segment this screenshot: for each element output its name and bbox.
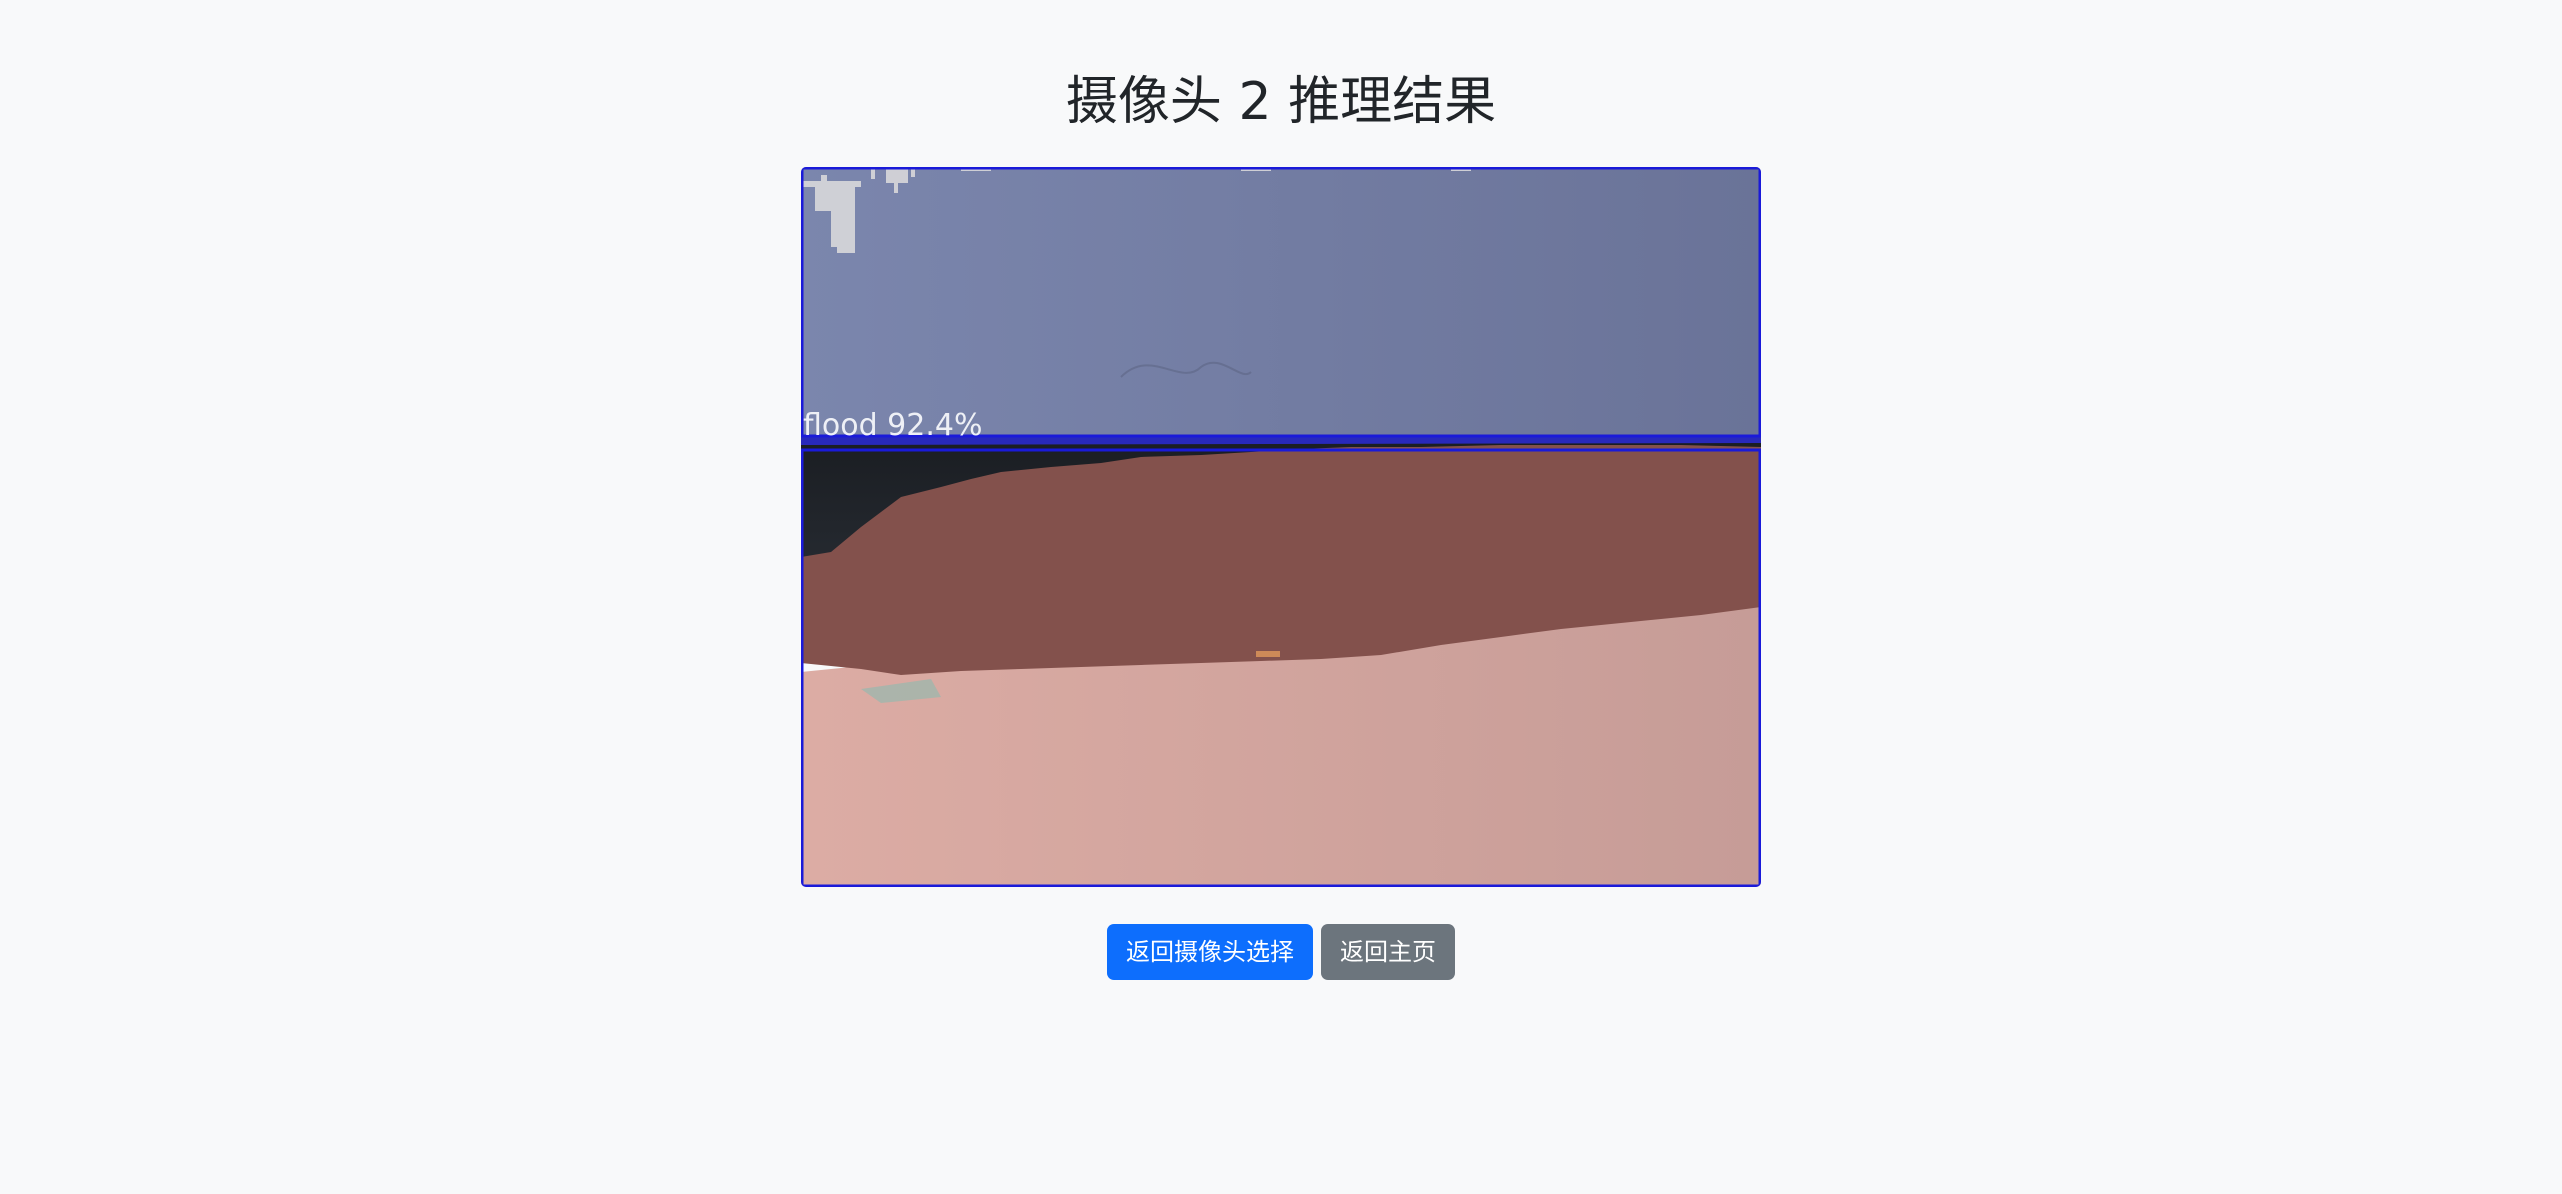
back-to-home-button[interactable]: 返回主页 (1321, 924, 1455, 980)
reflection-accents (1256, 651, 1280, 657)
inference-result-canvas: flood 92.4% (801, 167, 1761, 887)
back-to-camera-select-button[interactable]: 返回摄像头选择 (1107, 924, 1313, 980)
detection-label: flood 92.4% (803, 408, 983, 443)
page-title: 摄像头 2 推理结果 (1065, 72, 1497, 132)
action-buttons: 返回摄像头选择 返回主页 (0, 924, 2562, 980)
page: 摄像头 2 推理结果 flood 92.4% 返回摄像头选择 返回主页 (0, 0, 2562, 1194)
inference-result-image: flood 92.4% (801, 167, 1761, 887)
sky-region (801, 167, 1761, 437)
